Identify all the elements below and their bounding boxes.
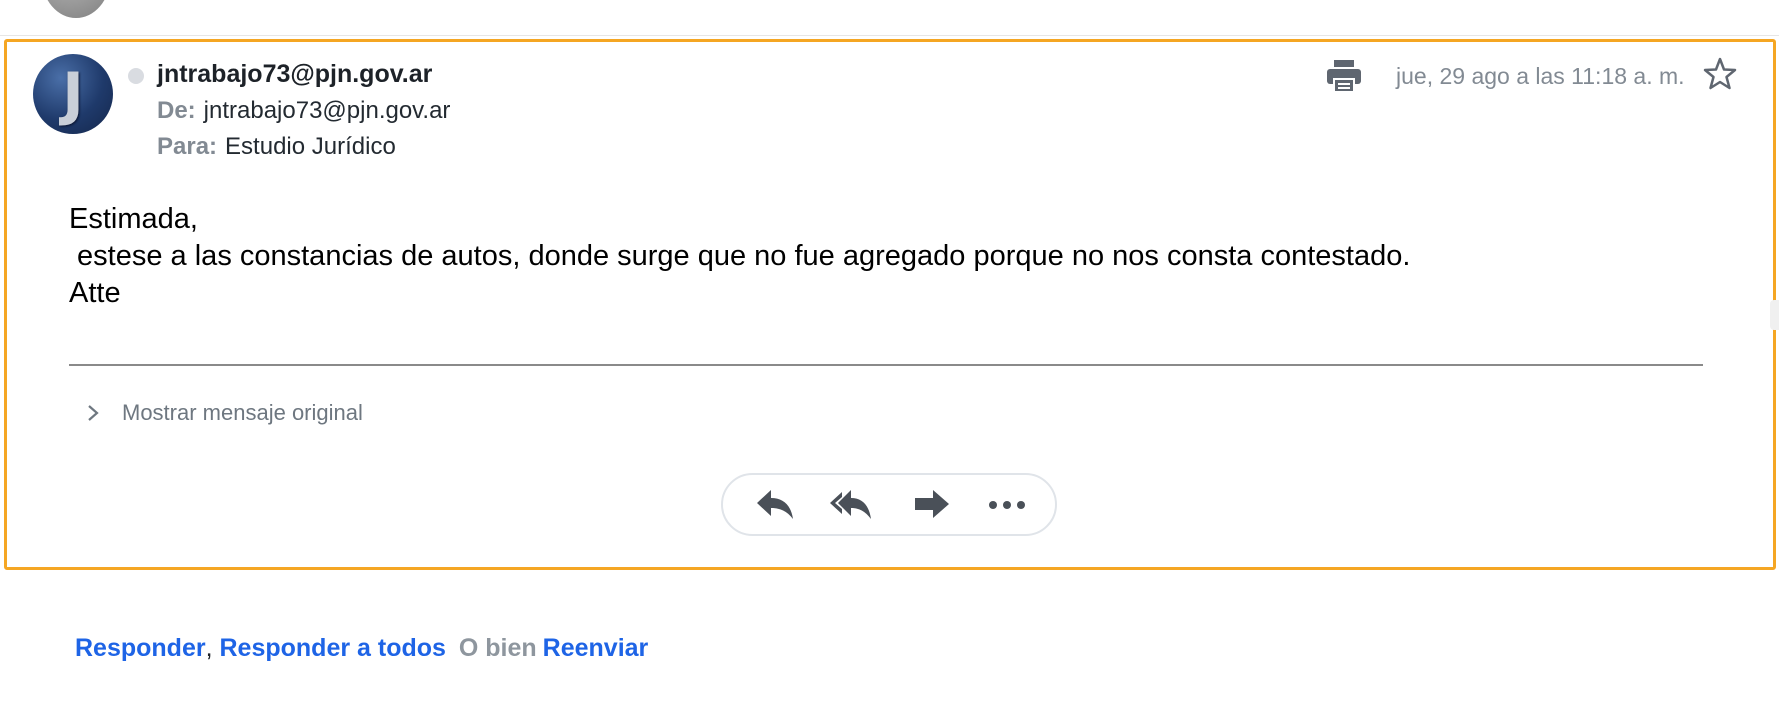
- sender-name[interactable]: jntrabajo73@pjn.gov.ar: [157, 60, 432, 89]
- show-original-label: Mostrar mensaje original: [122, 400, 363, 425]
- quick-reply-links: Responder, Responder a todos O bien Reenv…: [75, 634, 648, 663]
- from-address[interactable]: jntrabajo73@pjn.gov.ar: [204, 97, 451, 124]
- to-line: Para: Estudio Jurídico: [157, 133, 396, 161]
- forward-link[interactable]: Reenviar: [543, 634, 649, 662]
- reply-all-link[interactable]: Responder a todos: [220, 634, 446, 662]
- sender-avatar[interactable]: J: [33, 54, 113, 134]
- more-actions-button[interactable]: [985, 485, 1029, 525]
- star-icon[interactable]: [1703, 57, 1737, 91]
- forward-button[interactable]: [911, 485, 955, 525]
- forward-icon: [915, 490, 949, 518]
- reply-all-icon: [830, 490, 871, 519]
- presence-status-dot: [128, 68, 144, 84]
- reply-all-button[interactable]: [829, 485, 873, 525]
- or-separator: O bien: [458, 634, 537, 662]
- previous-message-row[interactable]: [0, 0, 1779, 36]
- reply-button[interactable]: [753, 485, 797, 525]
- chevron-right-icon: [88, 405, 99, 421]
- body-divider: [69, 364, 1703, 366]
- previous-sender-avatar: [42, 0, 110, 18]
- reply-link[interactable]: Responder: [75, 634, 206, 662]
- more-horizontal-icon: [989, 501, 1025, 509]
- scroll-edge-handle[interactable]: [1770, 300, 1779, 330]
- show-original-toggle[interactable]: Mostrar mensaje original: [86, 398, 363, 428]
- avatar-letter: J: [62, 60, 84, 128]
- comma-separator: ,: [205, 634, 213, 662]
- from-line: De: jntrabajo73@pjn.gov.ar: [157, 97, 450, 125]
- print-icon[interactable]: [1326, 59, 1362, 93]
- from-label: De:: [157, 97, 196, 124]
- message-action-bar: [721, 473, 1057, 536]
- message-body: Estimada, estese a las constancias de au…: [69, 203, 1411, 309]
- message-date: jue, 29 ago a las 11:18 a. m.: [1396, 63, 1685, 89]
- to-recipient[interactable]: Estudio Jurídico: [225, 133, 396, 160]
- reply-icon: [757, 490, 793, 519]
- to-label: Para:: [157, 133, 218, 160]
